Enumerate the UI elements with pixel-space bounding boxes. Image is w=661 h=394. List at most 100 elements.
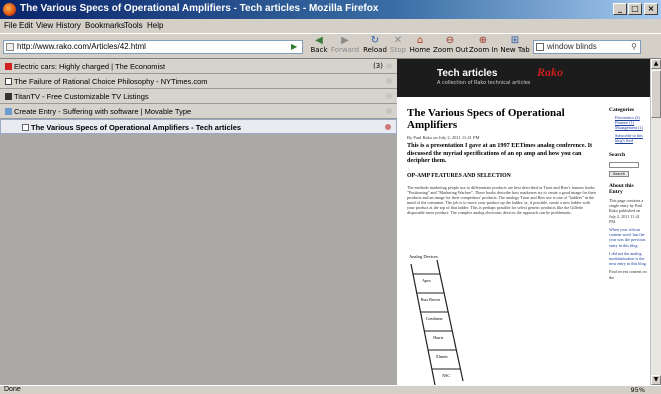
- site-favicon: [6, 43, 14, 51]
- tab-item[interactable]: TitanTV - Free Customizable TV Listings: [0, 89, 397, 104]
- zoom-in-icon: ⊕: [478, 35, 488, 46]
- minimize-button[interactable]: _: [613, 3, 627, 15]
- window-title: The Various Specs of Operational Amplifi…: [20, 3, 379, 14]
- ladder-drawing: Apex Burr Brown Comlinear Harris Elantec NSC: [410, 260, 464, 385]
- site-title[interactable]: Tech articles: [437, 68, 497, 79]
- category-link[interactable]: Management (1): [615, 125, 647, 131]
- zoom-out-icon: ⊖: [445, 35, 455, 46]
- tab-list: Electric cars: Highly charged | The Econ…: [0, 59, 397, 385]
- forward-button[interactable]: ▶ Forward: [330, 36, 360, 58]
- stop-button[interactable]: ✕ Stop: [389, 36, 407, 58]
- recent-content-text: Find recent content on the: [609, 269, 647, 280]
- scroll-thumb[interactable]: [651, 70, 661, 118]
- close-tab-icon[interactable]: [386, 63, 392, 69]
- back-button[interactable]: ◀ Back: [308, 36, 330, 58]
- status-bar: Done 95%: [0, 385, 661, 394]
- ladder-rung-label: Harris: [433, 335, 443, 340]
- movabletype-icon: [5, 108, 12, 115]
- menu-file[interactable]: File: [4, 21, 17, 30]
- close-tab-icon[interactable]: [386, 78, 392, 84]
- home-label: Home: [409, 46, 431, 54]
- tab-item[interactable]: The Failure of Rational Choice Philosoph…: [0, 74, 397, 89]
- site-logo: Rako: [537, 65, 563, 80]
- search-engine-icon[interactable]: [536, 43, 544, 51]
- article: The Various Specs of Operational Amplifi…: [407, 107, 597, 215]
- right-sidebar: Categories Electronics (2) Finance (1) M…: [609, 107, 647, 280]
- ladder-figure: Analog Devices Apex Burr Brown Comlinear Ha…: [407, 254, 477, 385]
- stop-label: Stop: [390, 46, 406, 54]
- blog-search-input[interactable]: [609, 161, 639, 168]
- site-header: Tech articles A collection of Rako techn…: [397, 59, 650, 97]
- zoom-level: 95%: [630, 386, 645, 394]
- categories-heading: Categories: [609, 107, 635, 113]
- subscribe-link[interactable]: Subscribe to this blog's feed: [615, 134, 647, 144]
- maximize-button[interactable]: □: [628, 3, 642, 15]
- reload-button[interactable]: ↻ Reload: [362, 36, 388, 58]
- menu-bookmarks[interactable]: Bookmarks: [85, 21, 125, 30]
- menu-edit[interactable]: Edit: [19, 21, 33, 30]
- zoom-out-label: Zoom Out: [433, 46, 469, 54]
- page-icon: [22, 124, 29, 131]
- title-bar: The Various Specs of Operational Amplifi…: [0, 0, 661, 19]
- back-label: Back: [310, 46, 328, 54]
- scroll-down-arrow-icon[interactable]: ▼: [651, 375, 661, 385]
- page-content: Tech articles A collection of Rako techn…: [397, 59, 650, 385]
- url-bar[interactable]: http://www.rako.com/Articles/42.html ▶: [3, 40, 303, 54]
- close-button[interactable]: ×: [644, 3, 658, 15]
- home-icon: ⌂: [416, 35, 424, 46]
- forward-arrow-icon: ▶: [341, 35, 349, 46]
- logo-text: Rako: [537, 65, 564, 79]
- ladder-caption: Analog Devices: [409, 254, 438, 259]
- firefox-icon: [3, 3, 16, 16]
- vertical-scrollbar[interactable]: ▲ ▼: [650, 59, 661, 385]
- go-arrow-icon[interactable]: ▶: [291, 43, 300, 51]
- navigation-toolbar: http://www.rako.com/Articles/42.html ▶ ◀…: [0, 33, 661, 59]
- close-tab-icon[interactable]: [386, 108, 392, 114]
- site-tagline: A collection of Rako technical articles: [437, 80, 531, 86]
- stop-icon: ✕: [393, 35, 403, 46]
- search-icon[interactable]: ⚲: [631, 42, 637, 51]
- scroll-up-arrow-icon[interactable]: ▲: [651, 59, 661, 69]
- back-arrow-icon: ◀: [315, 35, 323, 46]
- next-entry-link[interactable]: I did not the analog modularization is t…: [609, 251, 647, 267]
- tab-count: (3): [373, 62, 383, 70]
- zoom-in-button[interactable]: ⊕ Zoom In: [469, 35, 498, 58]
- menu-view[interactable]: View: [36, 21, 53, 30]
- article-title: The Various Specs of Operational Amplifi…: [407, 107, 565, 131]
- tab-item[interactable]: Electric cars: Highly charged | The Econ…: [0, 59, 397, 74]
- ladder-rung-label: Burr Brown: [421, 297, 440, 302]
- home-button[interactable]: ⌂ Home: [409, 36, 431, 58]
- article-body: The methods marketing people use to diff…: [407, 184, 597, 215]
- previous-entry-link[interactable]: When your silicon content won't last the…: [609, 227, 647, 248]
- menu-help[interactable]: Help: [147, 21, 163, 30]
- zoom-in-label: Zoom In: [469, 46, 498, 54]
- article-lead: This is a presentation I gave at an 1997…: [407, 142, 593, 165]
- ladder-rung-label: Elantec: [436, 354, 448, 359]
- close-tab-icon[interactable]: [386, 93, 392, 99]
- search-input[interactable]: window blinds ⚲: [533, 40, 641, 54]
- menu-bar: File Edit View History Bookmarks Tools H…: [0, 19, 661, 33]
- tab-label: Create Entry - Suffering with software |…: [14, 107, 192, 116]
- ladder-rung-label: Comlinear: [426, 316, 444, 321]
- tab-label: The Various Specs of Operational Amplifi…: [31, 123, 242, 132]
- economist-icon: [5, 63, 12, 70]
- status-text: Done: [4, 386, 21, 393]
- search-heading: Search: [609, 151, 626, 158]
- close-tab-icon[interactable]: [385, 124, 391, 130]
- about-heading: About this Entry: [609, 182, 634, 195]
- reload-label: Reload: [363, 46, 387, 54]
- tab-item[interactable]: Create Entry - Suffering with software |…: [0, 104, 397, 119]
- url-text[interactable]: http://www.rako.com/Articles/42.html: [17, 42, 146, 51]
- nytimes-icon: [5, 78, 12, 85]
- tab-item-selected[interactable]: The Various Specs of Operational Amplifi…: [0, 119, 397, 134]
- search-query[interactable]: window blinds: [547, 42, 597, 51]
- menu-tools[interactable]: Tools: [124, 21, 143, 30]
- zoom-out-button[interactable]: ⊖ Zoom Out: [433, 35, 469, 58]
- blog-search-button[interactable]: Search: [609, 170, 629, 177]
- menu-history[interactable]: History: [56, 21, 81, 30]
- new-tab-button[interactable]: ⊞ New Tab: [499, 36, 531, 58]
- titantv-icon: [5, 93, 12, 100]
- about-text: This page contains a single entry by Pau…: [609, 197, 644, 224]
- article-meta: By Paul Rako on July 2, 2011 11:41 PM: [407, 135, 480, 140]
- tab-label: Electric cars: Highly charged | The Econ…: [14, 62, 166, 71]
